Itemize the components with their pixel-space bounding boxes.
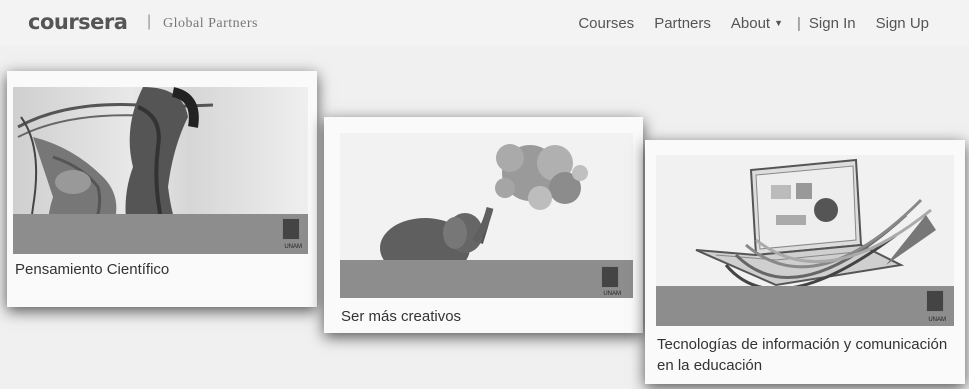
nav-about-menu[interactable]: About ▼ xyxy=(731,15,783,32)
sign-in-link[interactable]: Sign In xyxy=(809,15,856,32)
partner-band xyxy=(656,286,954,326)
unam-seal-icon xyxy=(926,290,944,312)
page: coursera | Global Partners Courses Partn… xyxy=(0,0,969,389)
coursera-logo[interactable]: coursera xyxy=(28,10,128,34)
unam-seal-icon xyxy=(601,266,619,288)
partner-band xyxy=(13,214,308,254)
nav-partners-link[interactable]: Partners xyxy=(654,15,711,32)
course-title[interactable]: Pensamiento Científico xyxy=(15,259,169,280)
logo-subtitle: Global Partners xyxy=(163,16,258,31)
unam-seal-icon xyxy=(282,218,300,240)
sign-up-link[interactable]: Sign Up xyxy=(876,15,929,32)
course-thumbnail[interactable]: UNAM xyxy=(13,87,308,254)
nav-courses-link[interactable]: Courses xyxy=(578,15,634,32)
caret-down-icon: ▼ xyxy=(774,18,784,28)
course-title[interactable]: Ser más creativos xyxy=(341,306,461,327)
course-card-tecnologias-educacion[interactable]: UNAM Tecnologías de información y comuni… xyxy=(645,140,965,384)
logo-separator: | xyxy=(147,13,152,30)
partner-band xyxy=(340,260,633,298)
course-card-ser-mas-creativos[interactable]: UNAM Ser más creativos xyxy=(324,117,643,333)
partner-label: UNAM xyxy=(928,317,946,323)
nav-divider: | xyxy=(797,15,801,32)
course-thumbnail[interactable]: UNAM xyxy=(656,155,954,326)
course-card-pensamiento-cientifico[interactable]: UNAM Pensamiento Científico xyxy=(7,71,317,307)
partner-label: UNAM xyxy=(603,291,621,297)
course-title[interactable]: Tecnologías de información y comunicació… xyxy=(657,334,953,376)
nav-about-label: About xyxy=(730,15,771,32)
course-thumbnail[interactable]: UNAM xyxy=(340,133,633,298)
top-bar: coursera | Global Partners Courses Partn… xyxy=(0,0,969,46)
partner-label: UNAM xyxy=(284,244,302,250)
main-nav: Courses Partners About ▼ | Sign In Sign U… xyxy=(578,15,929,32)
